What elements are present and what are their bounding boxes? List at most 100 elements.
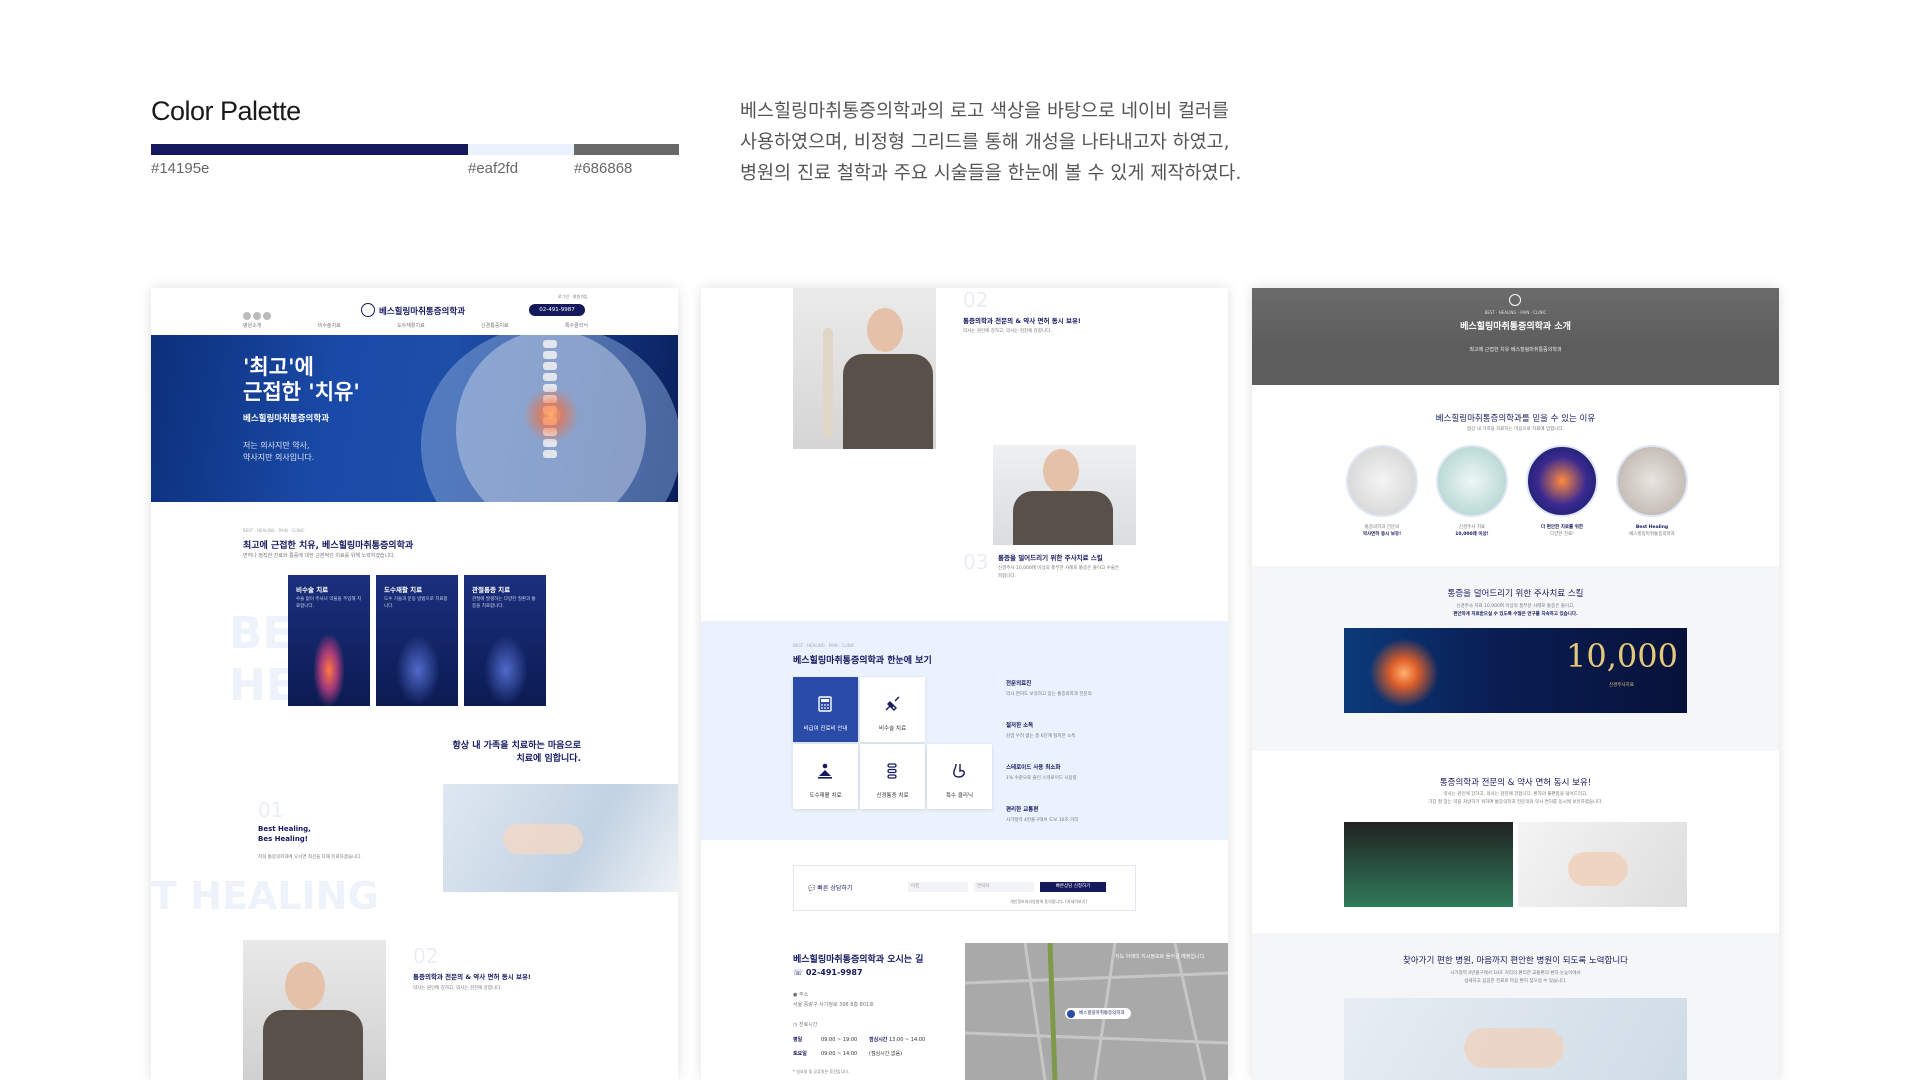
main-nav: 병원소개 비수술치료 도수재활치료 신경통증치료 특수클리닉: [243, 322, 588, 331]
mockup-card-sub: 02 통증의학과 전문의 & 약사 면허 동시 보유! 약사는 원인에 강하고,…: [701, 288, 1228, 1080]
trust-image: [1616, 445, 1688, 517]
consult-agree[interactable]: 개인정보처리방침에 동의합니다. [자세히보기]: [1010, 897, 1087, 906]
therapy-icon: [818, 763, 832, 779]
service-card-title: 관절통증 치료: [472, 586, 511, 594]
hours-row: 토요일 09:00 ~ 14:00 (점심시간 없음): [793, 1047, 943, 1061]
hours-label-text: 진료시간: [798, 1022, 818, 1028]
tile-nerve-pain[interactable]: 신경통증 치료: [860, 744, 925, 809]
spine-glow-image: [314, 635, 344, 705]
tile-special-clinic[interactable]: 특수 클리닉: [927, 744, 992, 809]
visit-photo: [1344, 998, 1687, 1080]
service-card[interactable]: 비수술 치료 수술 없이 주사나 약물을 주입해 치료합니다.: [288, 575, 370, 706]
service-card[interactable]: 관절통증 치료 관절에 발생하는 다양한 질환과 통증을 치료합니다.: [464, 575, 546, 706]
best-healing-line: Best Healing,: [258, 825, 311, 833]
doctor-head: [285, 962, 325, 1010]
knee-glow-image: [1364, 638, 1444, 708]
visit-section: 찾아가기 편한 병원, 마음까지 편안한 병원이 되도록 노력합니다 사가정역 …: [1252, 933, 1779, 1080]
feature-item: 철저한 소독감염 우려 없는 총 6단계 철저한 소독: [1006, 721, 1166, 741]
nav-item[interactable]: 병원소개: [243, 322, 261, 331]
inject-desc-line: 편안하게 치료받으실 수 있도록 수많은 연구를 지속하고 있습니다.: [1453, 612, 1578, 617]
nav-item[interactable]: 신경통증치료: [481, 322, 509, 331]
banner-sub: 신경주사치료: [1609, 683, 1634, 688]
hours-time: 09:00 ~ 14:00: [821, 1051, 858, 1057]
hero-quote-line: 약사지만 의사입니다.: [243, 453, 315, 462]
doctor-body: [843, 354, 933, 449]
description-line: 병원의 진료 철학과 주요 시술들을 한눈에 볼 수 있게 제작하였다.: [740, 163, 1242, 184]
tile-label: 신경통증 치료: [876, 793, 909, 799]
description: 베스힐링마취통증의학과의 로고 색상을 바탕으로 네이비 컬러를 사용하였으며,…: [740, 96, 1260, 189]
syringe-icon: [885, 696, 900, 711]
trust-caption-line: 10,000례 이상!: [1455, 532, 1489, 537]
hours-note: * 일요일 및 공휴일은 휴진입니다.: [793, 1069, 850, 1074]
doctor-desc: 약사는 원인에 강하고, 의사는 검진에 강합니다.: [963, 329, 1052, 334]
mockup-card-main: 로그인 · 회원가입 베스힐링마취통증의학과 02-491-9987 병원소개 …: [151, 288, 678, 1080]
swatch-gray: [574, 144, 679, 155]
feature-desc: 사가정역 4번출구에서 도보 10초 거리: [1006, 818, 1079, 823]
nav-item[interactable]: 비수술치료: [318, 322, 341, 331]
inject-section: 통증을 덜어드리기 위한 주사치료 스킬 신경주사 치료 10,000여 이상의…: [1252, 566, 1779, 751]
trust-caption: 더 편안한 치료를 위한 다양한 진료!: [1512, 524, 1612, 538]
feature-title: 철저한 소독: [1006, 723, 1034, 729]
tile-label: 비급여 진료비 안내: [803, 726, 848, 732]
tile-manual-therapy[interactable]: 도수재활 치료: [793, 744, 858, 809]
nav-item[interactable]: 도수재활치료: [397, 322, 425, 331]
map[interactable]: 지도 아래의 지시정보로 들어갈 예정입니다. 베스힐링마취통증의학과: [965, 943, 1228, 1080]
service-card-title: 비수술 치료: [296, 586, 329, 594]
feature-list: 전문의료진 약사 면허도 보유하고 있는 통증의학과 전문의 철저한 소독 감염 우…: [1006, 679, 1166, 825]
tile-label: 도수재활 치료: [809, 793, 842, 799]
hero-sub: 베스힐링마취통증의학과: [243, 414, 330, 424]
hours-extra-label: 점심시간: [869, 1037, 888, 1043]
visit-desc-line: 사가정역 4번출구에서 10초 거리의 편리한 교통편의 환자 눈높이에서: [1450, 971, 1581, 976]
map-phone-text: 02-491-9987: [805, 968, 863, 977]
phone-icon: ☏: [793, 968, 804, 977]
addr-label-text: 주소: [798, 992, 809, 998]
trust-caption-line: 더 편안한 치료를 위한: [1541, 525, 1583, 530]
trust-caption: 신경주사 치료 10,000례 이상!: [1422, 524, 1522, 538]
swatch-light-blue: [468, 144, 574, 155]
service-card-desc: 도수 기술과 운동 방법으로 치료합니다.: [384, 597, 448, 609]
hours-day: 토요일: [793, 1051, 807, 1057]
addr-label: ● 주소: [793, 991, 808, 1000]
hours-time: 09:00 ~ 19:00: [821, 1037, 858, 1043]
banner-number: 10,000: [1566, 637, 1678, 675]
trust-title: 베스힐링마취통증의학과를 믿을 수 있는 이유: [1435, 414, 1596, 424]
number-01: 01: [258, 798, 284, 822]
hex-gray: #686868: [574, 160, 633, 177]
hero-banner: '최고'에 근접한 '치유' 베스힐링마취통증의학과 저는 의사지만 약사, 약…: [151, 335, 678, 502]
inject-desc: 신경주사 치료 10,000여 이상의 풍부한 사례로 통증은 줄이고, 편안하…: [1252, 603, 1779, 619]
trust-caption-line: 통증의학과 전문의: [1364, 525, 1400, 530]
inject-title: 통증을 덜어드리기 위한 주사치료 스킬: [998, 554, 1103, 562]
doctor-body: [263, 1010, 363, 1080]
map-marker[interactable]: 베스힐링마취통증의학과: [1065, 1008, 1131, 1019]
hero-quote-line: 저는 의사지만 약사,: [243, 441, 310, 450]
phone-badge[interactable]: 02-491-9987: [529, 304, 585, 316]
trust-image: [1526, 445, 1598, 517]
best-healing-desc: 저희 통증의학과에 오시면 최선을 다해 진료하겠습니다.: [258, 855, 362, 860]
consult-phone-input[interactable]: 연락처: [974, 882, 1034, 892]
feature-item: 스테로이드 사용 최소화 1% 수준으로 줄인 스테로이드 사용량: [1006, 763, 1166, 783]
visit-desc-line: 섬세하고 꼼꼼한 진료로 마음 편히 찾으실 수 있습니다.: [1464, 979, 1567, 984]
trust-sub: 항상 내 가족을 치료하는 마음으로 치료에 임합니다.: [1467, 427, 1564, 432]
inject-title: 통증을 덜어드리기 위한 주사치료 스킬: [1447, 589, 1584, 599]
map-marker-label: 베스힐링마취통증의학과: [1079, 1011, 1125, 1016]
consult-submit-button[interactable]: 빠른상담 신청하기: [1040, 882, 1106, 892]
logo-icon: [361, 303, 375, 317]
tile-fee-info[interactable]: 비급여 진료비 안내: [793, 677, 858, 742]
nav-item[interactable]: 특수클리닉: [565, 322, 588, 331]
hero-spine-illustration: [421, 335, 678, 502]
pills-photo: [1518, 822, 1687, 907]
tile-label: 특수 클리닉: [945, 793, 974, 799]
feature-desc: 감염 우려 없는 총 6단계 철저한 소독: [1006, 734, 1076, 739]
hours-table: 평일 09:00 ~ 19:00 점심시간 13:00 ~ 14:00 토요일 09:…: [793, 1033, 943, 1061]
logo-text: 베스힐링마취통증의학과: [379, 307, 466, 317]
consult-name-input[interactable]: 이름: [908, 882, 968, 892]
feature-title: 스테로이드 사용 최소화: [1006, 765, 1061, 771]
clinic-interior: [1252, 350, 1779, 385]
service-card[interactable]: 도수재활 치료 도수 기술과 운동 방법으로 치료합니다.: [376, 575, 458, 706]
mockup-card-intro: BEST · HEALING · PAIN · CLINIC 베스힐링마취통증의…: [1252, 288, 1779, 1080]
inject-desc: 신경주사 10,000례 이상의 풍부한 사례로 통증은 줄이고 수술은 피합니…: [998, 566, 1119, 579]
hours-extra: 13:00 ~ 14:00: [889, 1037, 926, 1043]
description-line: 베스힐링마취통증의학과의 로고 색상을 바탕으로 네이비 컬러를: [740, 101, 1229, 122]
tile-non-surgical[interactable]: 비수술 치료: [860, 677, 925, 742]
hours-label: ◷ 진료시간: [793, 1021, 817, 1030]
